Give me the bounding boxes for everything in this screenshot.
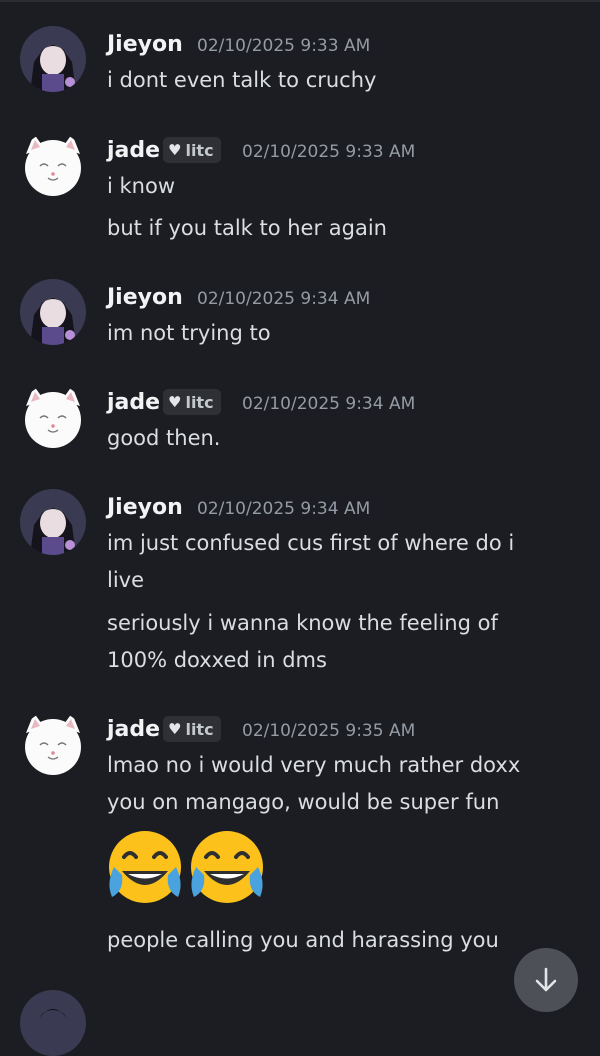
author-name[interactable]: jade [107,390,160,415]
message-text: seriously i wanna know the feeling of [107,611,498,635]
message-text: im just confused cus first of where do i [107,531,515,555]
timestamp: 02/10/2025 9:34 AM [197,499,371,519]
joy-emoji-icon[interactable] [186,827,268,909]
timestamp: 02/10/2025 9:33 AM [242,142,416,162]
server-tag-label: litc [185,140,214,160]
avatar[interactable] [20,384,86,450]
timestamp: 02/10/2025 9:34 AM [197,289,371,309]
message-text: you on mangago, would be super fun [107,790,500,814]
joy-emoji-icon[interactable] [104,827,186,909]
message-text: i dont even talk to cruchy [107,68,377,92]
message-text: people calling you and harassing you [107,928,499,952]
server-tag-label: litc [185,392,214,412]
top-divider [0,0,600,2]
server-tag[interactable]: ♥ litc [163,137,221,163]
timestamp: 02/10/2025 9:34 AM [242,394,416,414]
avatar[interactable] [20,990,86,1056]
message-text: lmao no i would very much rather doxx [107,753,521,777]
server-tag[interactable]: ♥ litc [163,389,221,415]
message-text: im not trying to [107,321,271,345]
avatar[interactable] [20,489,86,555]
server-tag[interactable]: ♥ litc [163,716,221,742]
timestamp: 02/10/2025 9:33 AM [197,36,371,56]
server-tag-label: litc [185,719,214,739]
author-name[interactable]: Jieyon [107,495,183,520]
heart-icon: ♥ [168,392,182,411]
avatar[interactable] [20,711,86,777]
author-name[interactable]: jade [107,717,160,742]
arrow-down-icon [535,967,557,992]
timestamp: 02/10/2025 9:35 AM [242,721,416,741]
heart-icon: ♥ [168,719,182,738]
jump-to-bottom-button[interactable] [514,948,578,1012]
message-text: live [107,568,145,592]
avatar[interactable] [20,132,86,198]
avatar[interactable] [20,279,86,345]
message-text: 100% doxxed in dms [107,648,327,672]
author-name[interactable]: Jieyon [107,32,183,57]
author-name[interactable]: jade [107,138,160,163]
heart-icon: ♥ [168,140,182,159]
author-name[interactable]: Jieyon [107,285,183,310]
message-text: i know [107,174,176,198]
avatar[interactable] [20,26,86,92]
message-text: but if you talk to her again [107,216,387,240]
message-text: good then. [107,426,221,450]
